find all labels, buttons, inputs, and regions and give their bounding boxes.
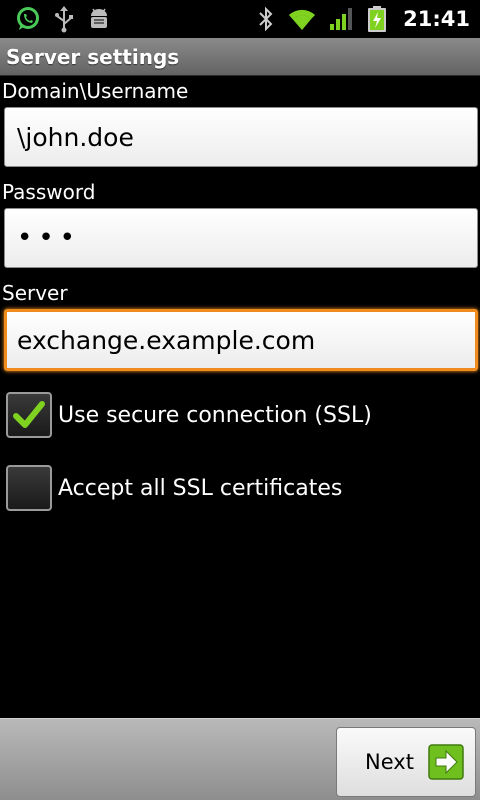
signal-icon <box>329 6 355 32</box>
status-bar: 21:41 <box>0 0 480 38</box>
password-value: ••• <box>17 223 82 253</box>
password-input[interactable]: ••• <box>4 208 478 268</box>
domain-username-value: \john.doe <box>17 122 134 152</box>
checkmark-icon <box>13 401 45 428</box>
status-bar-notifications <box>0 5 112 33</box>
usb-icon <box>52 5 76 33</box>
server-label: Server <box>2 281 68 305</box>
next-button[interactable]: Next <box>336 727 476 797</box>
bluetooth-icon <box>257 5 275 33</box>
status-bar-system: 21:41 <box>257 5 480 33</box>
whatsapp-icon <box>14 5 42 33</box>
ssl-label: Use secure connection (SSL) <box>58 402 372 428</box>
battery-charging-icon <box>367 5 387 33</box>
accept-certificates-option[interactable]: Accept all SSL certificates <box>6 465 342 511</box>
screen: 21:41 Server settings Domain\Username \j… <box>0 0 480 800</box>
accept-certificates-label: Accept all SSL certificates <box>58 475 343 501</box>
next-button-label: Next <box>365 750 414 774</box>
server-input[interactable]: exchange.example.com <box>4 309 478 371</box>
password-label: Password <box>2 180 96 204</box>
ssl-checkbox[interactable] <box>6 392 52 438</box>
bottom-bar: Next <box>0 718 480 800</box>
wifi-icon <box>287 6 317 32</box>
server-value: exchange.example.com <box>17 325 316 355</box>
android-debug-icon <box>86 5 112 33</box>
domain-username-input[interactable]: \john.doe <box>4 107 478 167</box>
ssl-option[interactable]: Use secure connection (SSL) <box>6 392 372 438</box>
clock: 21:41 <box>403 7 470 31</box>
accept-certificates-checkbox[interactable] <box>6 465 52 511</box>
page-title: Server settings <box>6 44 180 69</box>
arrow-right-icon <box>428 744 464 780</box>
title-bar: Server settings <box>0 38 480 76</box>
domain-username-label: Domain\Username <box>2 79 189 103</box>
